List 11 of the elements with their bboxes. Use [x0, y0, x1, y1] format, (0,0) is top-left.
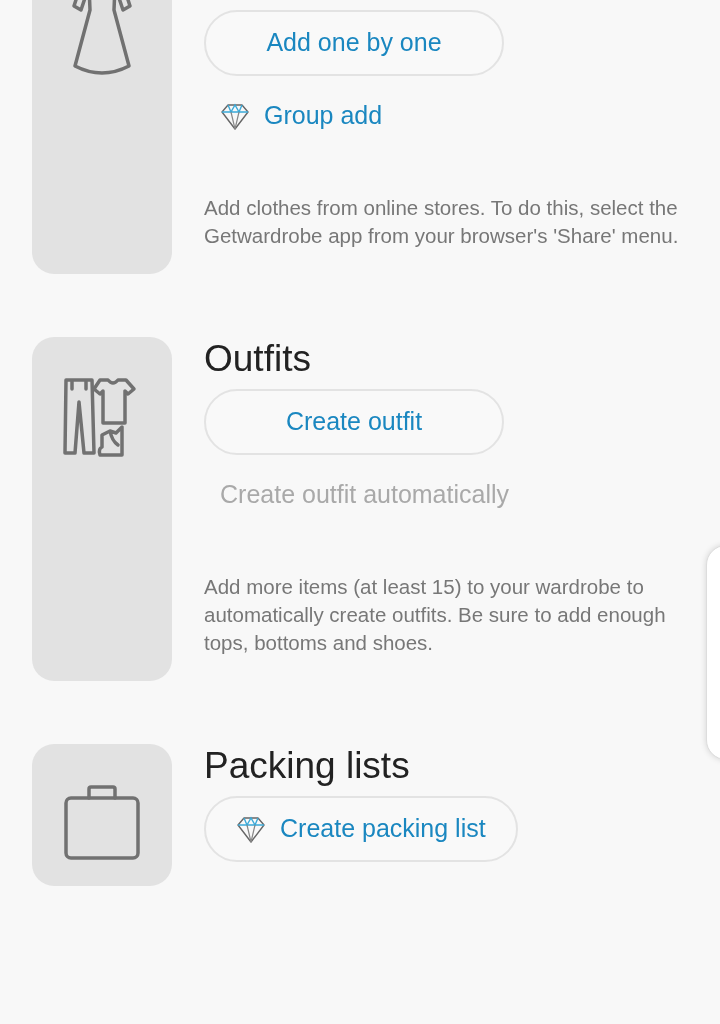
action-button[interactable]: Create outfit: [204, 389, 504, 455]
section-title: Packing lists: [204, 744, 411, 788]
diamond-icon: [236, 814, 266, 844]
action-link[interactable]: Group add: [204, 88, 399, 144]
suitcase-icon: [63, 784, 141, 860]
diamond-icon: [220, 101, 250, 131]
action-button[interactable]: Add one by one: [204, 10, 504, 76]
section-description: Add more items (at least 15) to your wardrobe to automatically create outfits. Be sure to add enough tops, bottoms and shoes.: [204, 574, 667, 656]
action-button[interactable]: Create packing list: [204, 796, 518, 862]
section-title: Outfits: [204, 337, 312, 381]
section-description: Add clothes from online stores. To do this, select the Getwardrobe app from your browser's 'Share' menu.: [204, 195, 680, 249]
